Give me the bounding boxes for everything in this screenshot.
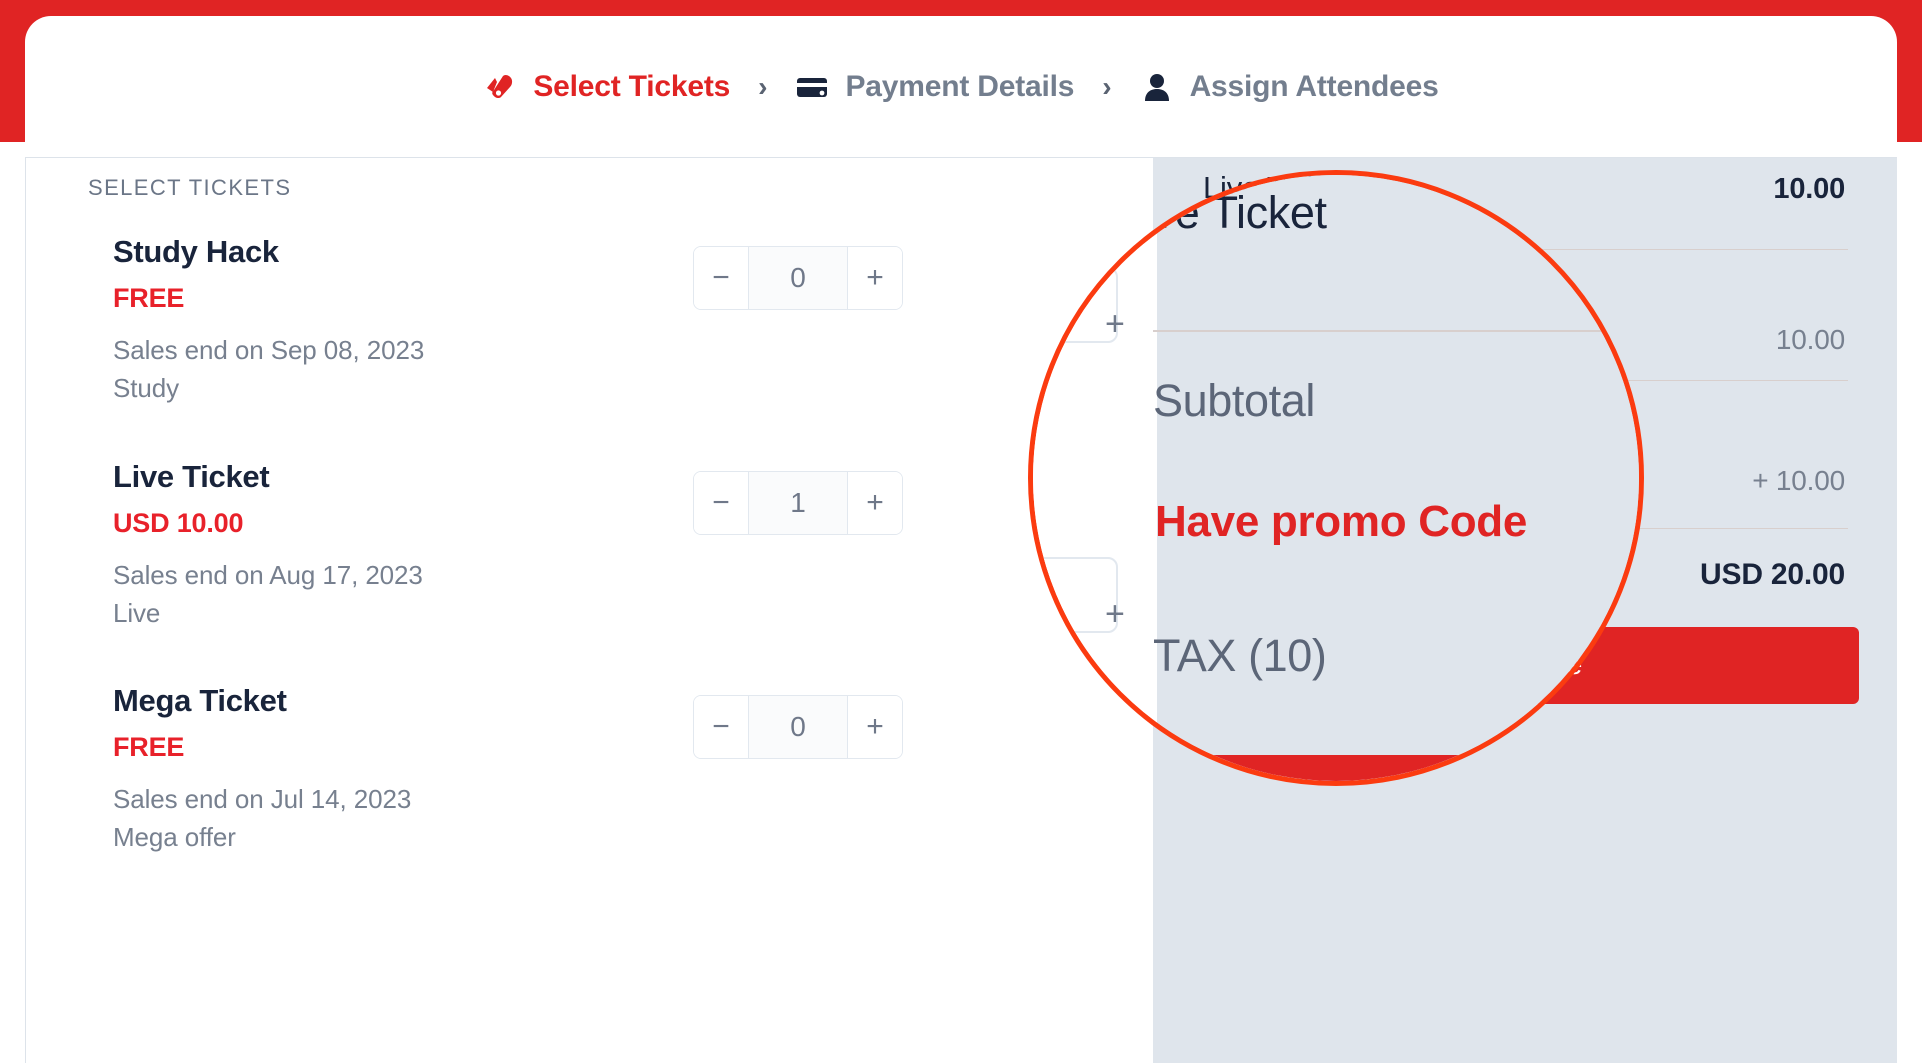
- wizard-step-assign-attendees[interactable]: Assign Attendees: [1140, 70, 1439, 104]
- person-icon: [1140, 70, 1174, 104]
- quantity-increment-button[interactable]: +: [848, 696, 902, 758]
- wizard-step-select-tickets[interactable]: Select Tickets: [483, 70, 730, 104]
- summary-tax-value: + 10.00: [1752, 465, 1845, 496]
- checkout-content: SELECT TICKETS Study Hack FREE Sales end…: [25, 157, 1897, 1063]
- quantity-decrement-button[interactable]: −: [694, 247, 748, 309]
- wizard-step-payment-details[interactable]: Payment Details: [795, 70, 1074, 104]
- summary-tax-label: TAX (10): [1203, 464, 1320, 497]
- quantity-stepper: − 0 +: [693, 246, 903, 310]
- promo-code-link[interactable]: Have promo Code: [1203, 390, 1448, 423]
- summary-divider: [1203, 528, 1848, 529]
- ticket-sales-end: Sales end on Sep 08, 2023: [113, 335, 425, 365]
- ticket-description: Study: [113, 373, 179, 403]
- ticket-row: Mega Ticket FREE Sales end on Jul 14, 20…: [26, 669, 1153, 894]
- continue-button[interactable]: Continue: [1191, 627, 1859, 704]
- checkout-screen: Select Tickets › Payment Details › Assig…: [0, 0, 1922, 1063]
- ticket-row: Live Ticket USD 10.00 Sales end on Aug 1…: [26, 445, 1153, 670]
- summary-divider: [1203, 380, 1848, 381]
- ticket-sales-end: Sales end on Jul 14, 2023: [113, 784, 412, 814]
- summary-subtotal-row: Subtotal 10.00: [1153, 323, 1897, 357]
- credit-card-icon: [795, 70, 829, 104]
- ticket-sales-end: Sales end on Aug 17, 2023: [113, 560, 423, 590]
- quantity-increment-button[interactable]: +: [848, 472, 902, 534]
- quantity-decrement-button[interactable]: −: [694, 472, 748, 534]
- quantity-decrement-button[interactable]: −: [694, 696, 748, 758]
- ticket-icon: [483, 70, 517, 104]
- promo-code-link-row[interactable]: Have promo Code: [1203, 390, 1448, 423]
- wizard-step-label: Select Tickets: [533, 70, 731, 103]
- summary-total-row: Total USD 20.00: [1153, 558, 1897, 592]
- select-tickets-heading: SELECT TICKETS: [88, 175, 292, 200]
- ticket-price: FREE: [113, 732, 185, 762]
- ticket-row: Study Hack FREE Sales end on Sep 08, 202…: [26, 220, 1153, 445]
- wizard-step-label: Assign Attendees: [1189, 70, 1439, 103]
- ticket-price: USD 10.00: [113, 508, 244, 538]
- quantity-value[interactable]: 0: [748, 696, 848, 758]
- summary-divider: [1203, 249, 1848, 250]
- ticket-name: Live Ticket: [113, 459, 270, 494]
- quantity-increment-button[interactable]: +: [848, 247, 902, 309]
- quantity-stepper: − 1 +: [693, 471, 903, 535]
- ticket-description: Live: [113, 598, 161, 628]
- summary-line-item-value: 10.00: [1773, 173, 1845, 205]
- order-summary-panel: Live Ticket 10.00 Subtotal 10.00 Have pr…: [1153, 158, 1897, 1063]
- ticket-price: FREE: [113, 283, 185, 313]
- summary-total-value: USD 20.00: [1700, 558, 1845, 591]
- quantity-value[interactable]: 1: [748, 472, 848, 534]
- ticket-list-panel: SELECT TICKETS Study Hack FREE Sales end…: [26, 158, 1153, 1063]
- quantity-stepper: − 0 +: [693, 695, 903, 759]
- ticket-name: Study Hack: [113, 234, 279, 269]
- wizard-steps: Select Tickets › Payment Details › Assig…: [25, 16, 1897, 158]
- summary-tax-row: TAX (10) + 10.00: [1153, 464, 1897, 498]
- wizard-card: Select Tickets › Payment Details › Assig…: [25, 16, 1897, 158]
- summary-line-item-label: Live Ticket: [1203, 170, 1348, 205]
- summary-line-item: Live Ticket 10.00: [1153, 170, 1897, 206]
- quantity-value[interactable]: 0: [748, 247, 848, 309]
- ticket-name: Mega Ticket: [113, 683, 287, 718]
- wizard-separator-2: ›: [1102, 71, 1112, 102]
- summary-subtotal-value: 10.00: [1775, 324, 1845, 355]
- summary-subtotal-label: Subtotal: [1203, 323, 1312, 356]
- ticket-description: Mega offer: [113, 822, 236, 852]
- wizard-step-label: Payment Details: [845, 70, 1075, 103]
- wizard-separator-1: ›: [758, 71, 768, 102]
